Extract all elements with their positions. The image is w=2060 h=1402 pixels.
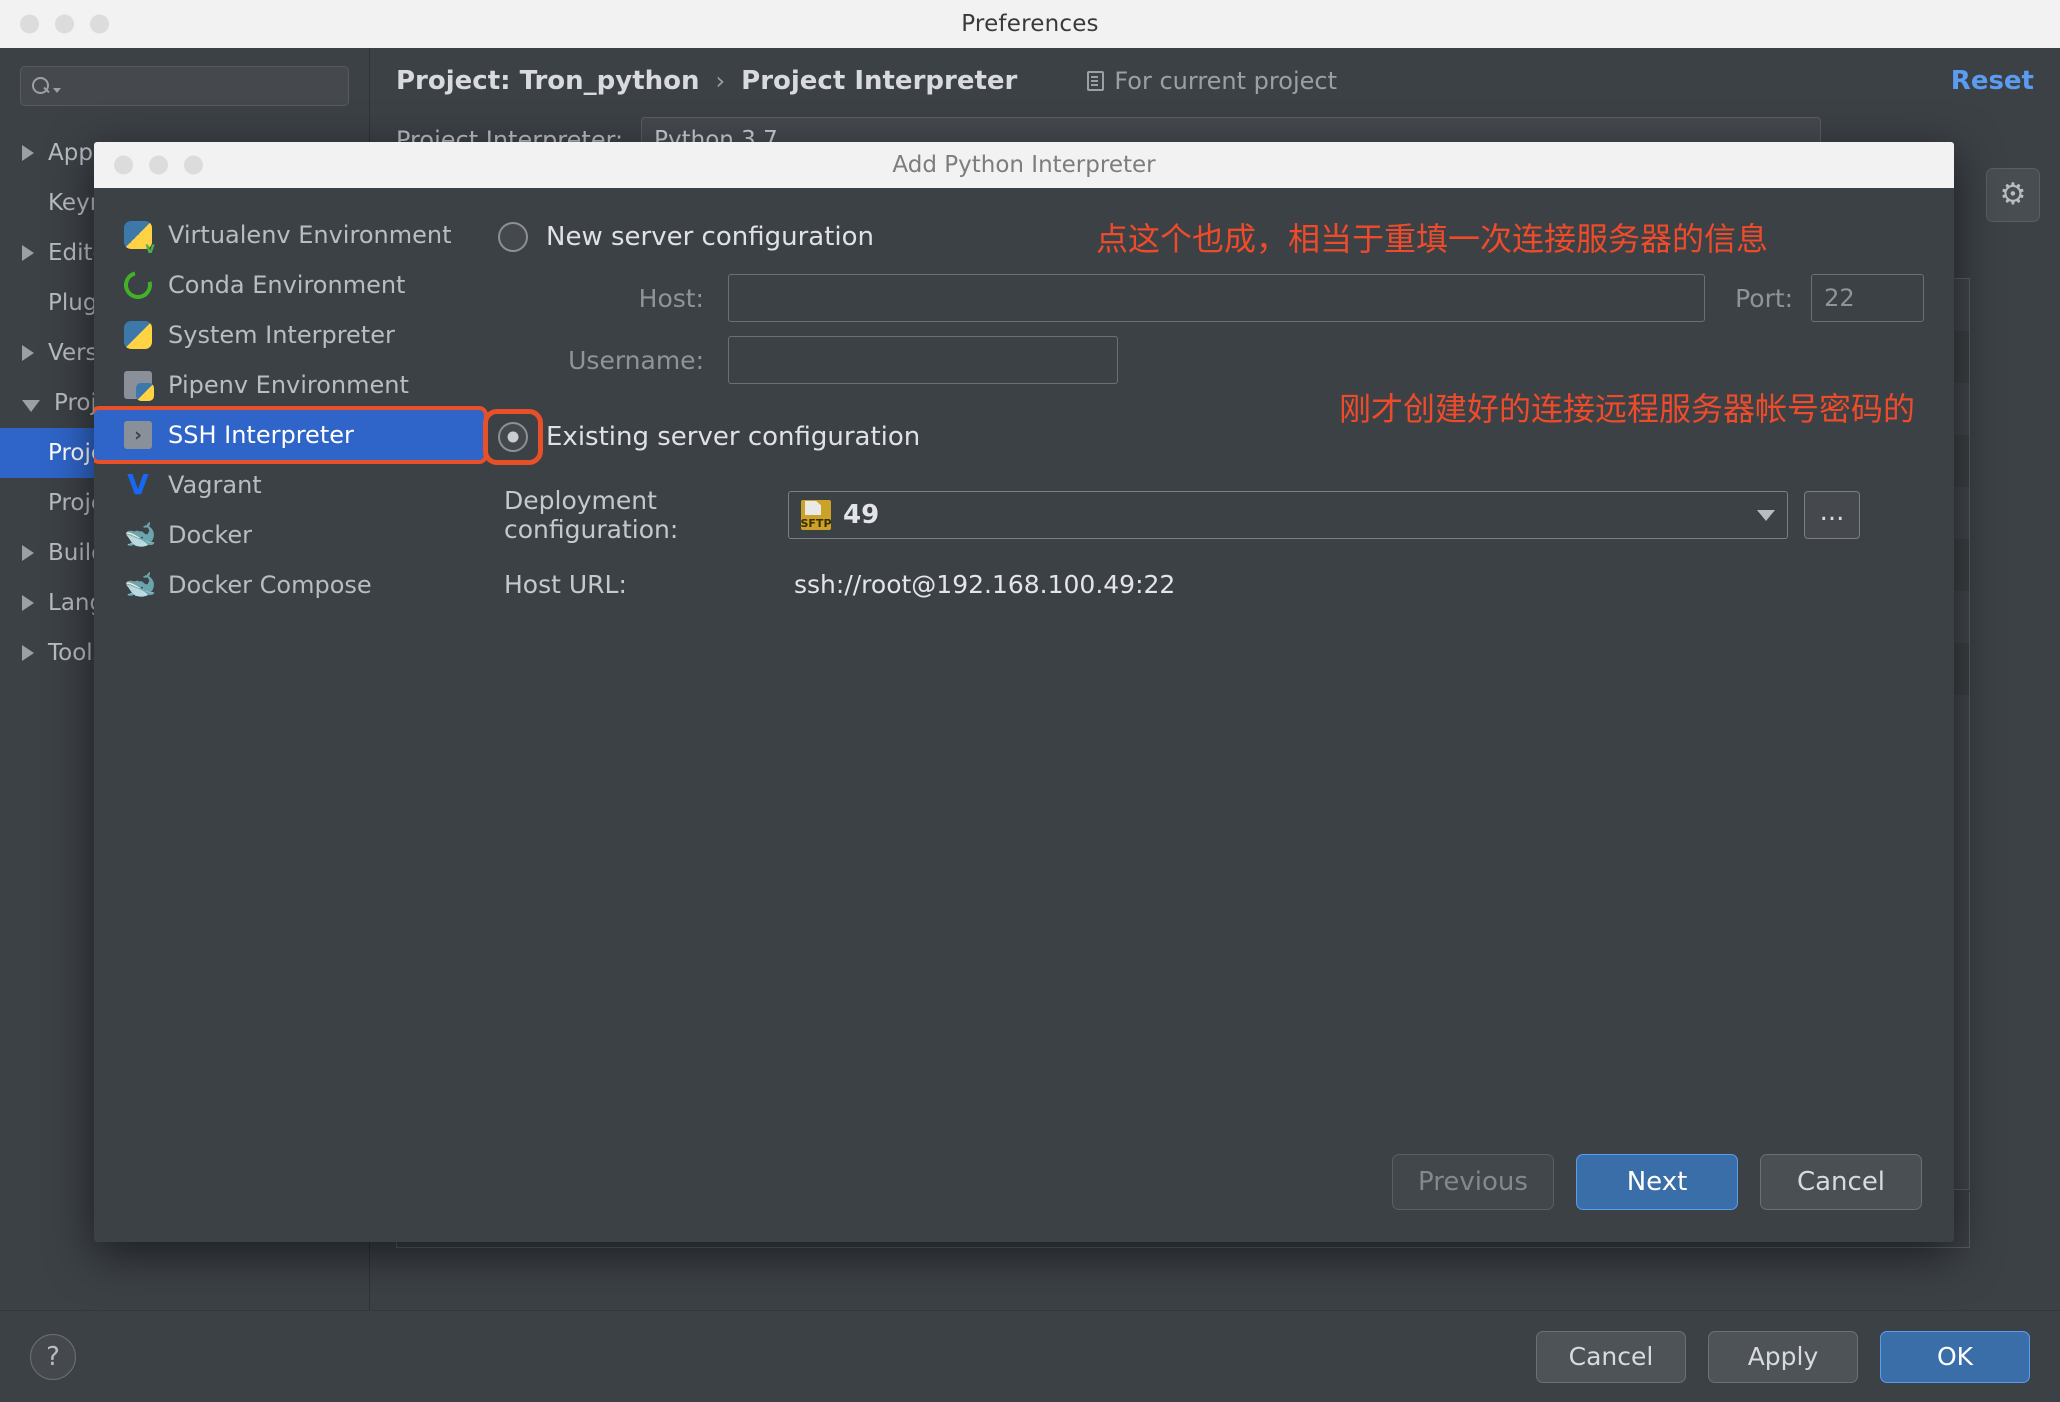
dialog-traffic-lights[interactable] [114,155,203,175]
python-icon [124,321,152,349]
copy-icon [1087,71,1105,91]
env-item-label: System Interpreter [168,321,395,349]
preferences-title: Preferences [961,11,1099,37]
previous-button[interactable]: Previous [1392,1154,1554,1210]
existing-server-label: Existing server configuration [546,422,921,452]
docker-icon: 🐋 [124,520,157,550]
host-field-row: Host: Port: 22 [498,274,1924,322]
env-item-conda[interactable]: Conda Environment [94,260,484,310]
help-button[interactable]: ? [30,1333,76,1380]
annotation-new-server: 点这个也成，相当于重填一次连接服务器的信息 [1096,220,1769,258]
gear-icon: ⚙ [1999,177,2027,212]
chevron-right-icon [22,145,34,161]
deployment-configuration-value: 49 [843,500,880,530]
cancel-button[interactable]: Cancel [1536,1330,1686,1383]
dialog-title: Add Python Interpreter [892,152,1156,178]
environment-type-list: Virtualenv Environment Conda Environment… [94,188,488,1122]
ok-button[interactable]: OK [1880,1330,2030,1383]
host-url-label: Host URL: [504,570,627,599]
dialog-body: Virtualenv Environment Conda Environment… [94,188,1954,1122]
chevron-right-icon [22,345,34,361]
for-current-project-text: For current project [1114,67,1337,95]
conda-icon [118,265,158,305]
minimize-icon[interactable] [149,155,168,175]
breadcrumb-separator: › [715,67,726,95]
next-button[interactable]: Next [1576,1154,1738,1210]
page-title: Project Interpreter [741,66,1018,96]
env-item-label: Virtualenv Environment [168,221,452,249]
search-icon [31,76,51,96]
dialog-footer: Previous Next Cancel [94,1122,1954,1242]
reset-link[interactable]: Reset [1951,66,2034,96]
add-python-interpreter-dialog: Add Python Interpreter Virtualenv Enviro… [94,142,1954,1242]
port-input-value: 22 [1824,284,1855,312]
apply-button[interactable]: Apply [1708,1330,1858,1383]
preferences-titlebar: Preferences [0,0,2060,48]
deployment-configuration-select[interactable]: SFTP 49 [788,491,1788,539]
sftp-icon: SFTP [801,500,832,530]
existing-server-radio[interactable] [498,422,528,452]
ssh-icon: › [124,421,152,449]
env-item-vagrant[interactable]: V Vagrant [94,460,484,510]
host-label: Host: [638,283,704,313]
env-item-docker[interactable]: 🐋 Docker [94,510,484,560]
port-input[interactable]: 22 [1811,274,1924,322]
new-server-label: New server configuration [546,222,875,252]
port-label: Port: [1735,283,1794,313]
maximize-icon[interactable] [90,14,109,34]
dialog-content: New server configuration Host: Port: 22 … [483,188,1954,1122]
new-server-radio[interactable] [498,222,528,252]
env-item-label: Conda Environment [168,271,406,299]
env-item-virtualenv[interactable]: Virtualenv Environment [94,210,484,260]
dialog-cancel-button[interactable]: Cancel [1760,1154,1922,1210]
close-icon[interactable] [20,14,39,34]
close-icon[interactable] [114,155,133,175]
annotation-existing-server: 刚才创建好的连接远程服务器帐号密码的 [1339,390,1916,428]
env-item-ssh-interpreter[interactable]: › SSH Interpreter [94,406,488,464]
host-url-value: ssh://root@192.168.100.49:22 [794,570,1176,599]
host-input[interactable] [728,274,1706,322]
settings-search-input[interactable] [20,66,349,106]
env-item-pipenv[interactable]: Pipenv Environment [94,360,484,410]
username-label: Username: [568,345,704,375]
chevron-down-icon [53,87,61,93]
interpreter-settings-button[interactable]: ⚙ [1986,168,2040,222]
new-server-radio-wrap[interactable] [498,222,528,252]
chevron-down-icon [1757,509,1775,521]
chevron-right-icon [22,595,34,611]
env-item-label: Pipenv Environment [168,371,409,399]
env-item-label: Vagrant [168,471,262,499]
breadcrumb: Project: Tron_python › Project Interpret… [370,48,2060,114]
deployment-configuration-row: Deployment configuration: SFTP 49 ... [498,486,1924,544]
chevron-right-icon [22,545,34,561]
chevron-right-icon [22,645,34,661]
username-field-row: Username: [498,336,1924,384]
username-input[interactable] [728,336,1118,384]
dialog-titlebar: Add Python Interpreter [94,142,1954,188]
docker-compose-icon: 🐋 [124,570,157,600]
maximize-icon[interactable] [184,155,203,175]
host-url-row: Host URL: ssh://root@192.168.100.49:22 [498,570,1924,599]
env-item-docker-compose[interactable]: 🐋 Docker Compose [94,560,484,610]
browse-deployment-button[interactable]: ... [1804,491,1860,539]
window-traffic-lights[interactable] [20,14,109,34]
for-current-project-label: For current project [1087,67,1337,95]
env-item-label: Docker [168,521,253,549]
chevron-down-icon [22,399,40,412]
deployment-configuration-label: Deployment configuration: [504,486,679,544]
env-item-label: SSH Interpreter [168,421,354,449]
minimize-icon[interactable] [55,14,74,34]
chevron-right-icon [22,245,34,261]
breadcrumb-project[interactable]: Project: Tron_python [396,66,700,96]
env-item-system-interpreter[interactable]: System Interpreter [94,310,484,360]
pipenv-icon [124,371,154,401]
preferences-footer: ? Cancel Apply OK [0,1310,2060,1402]
env-item-label: Docker Compose [168,571,372,599]
existing-server-radio-wrap[interactable] [483,409,543,465]
vagrant-icon: V [127,468,149,501]
python-venv-icon [124,221,155,257]
